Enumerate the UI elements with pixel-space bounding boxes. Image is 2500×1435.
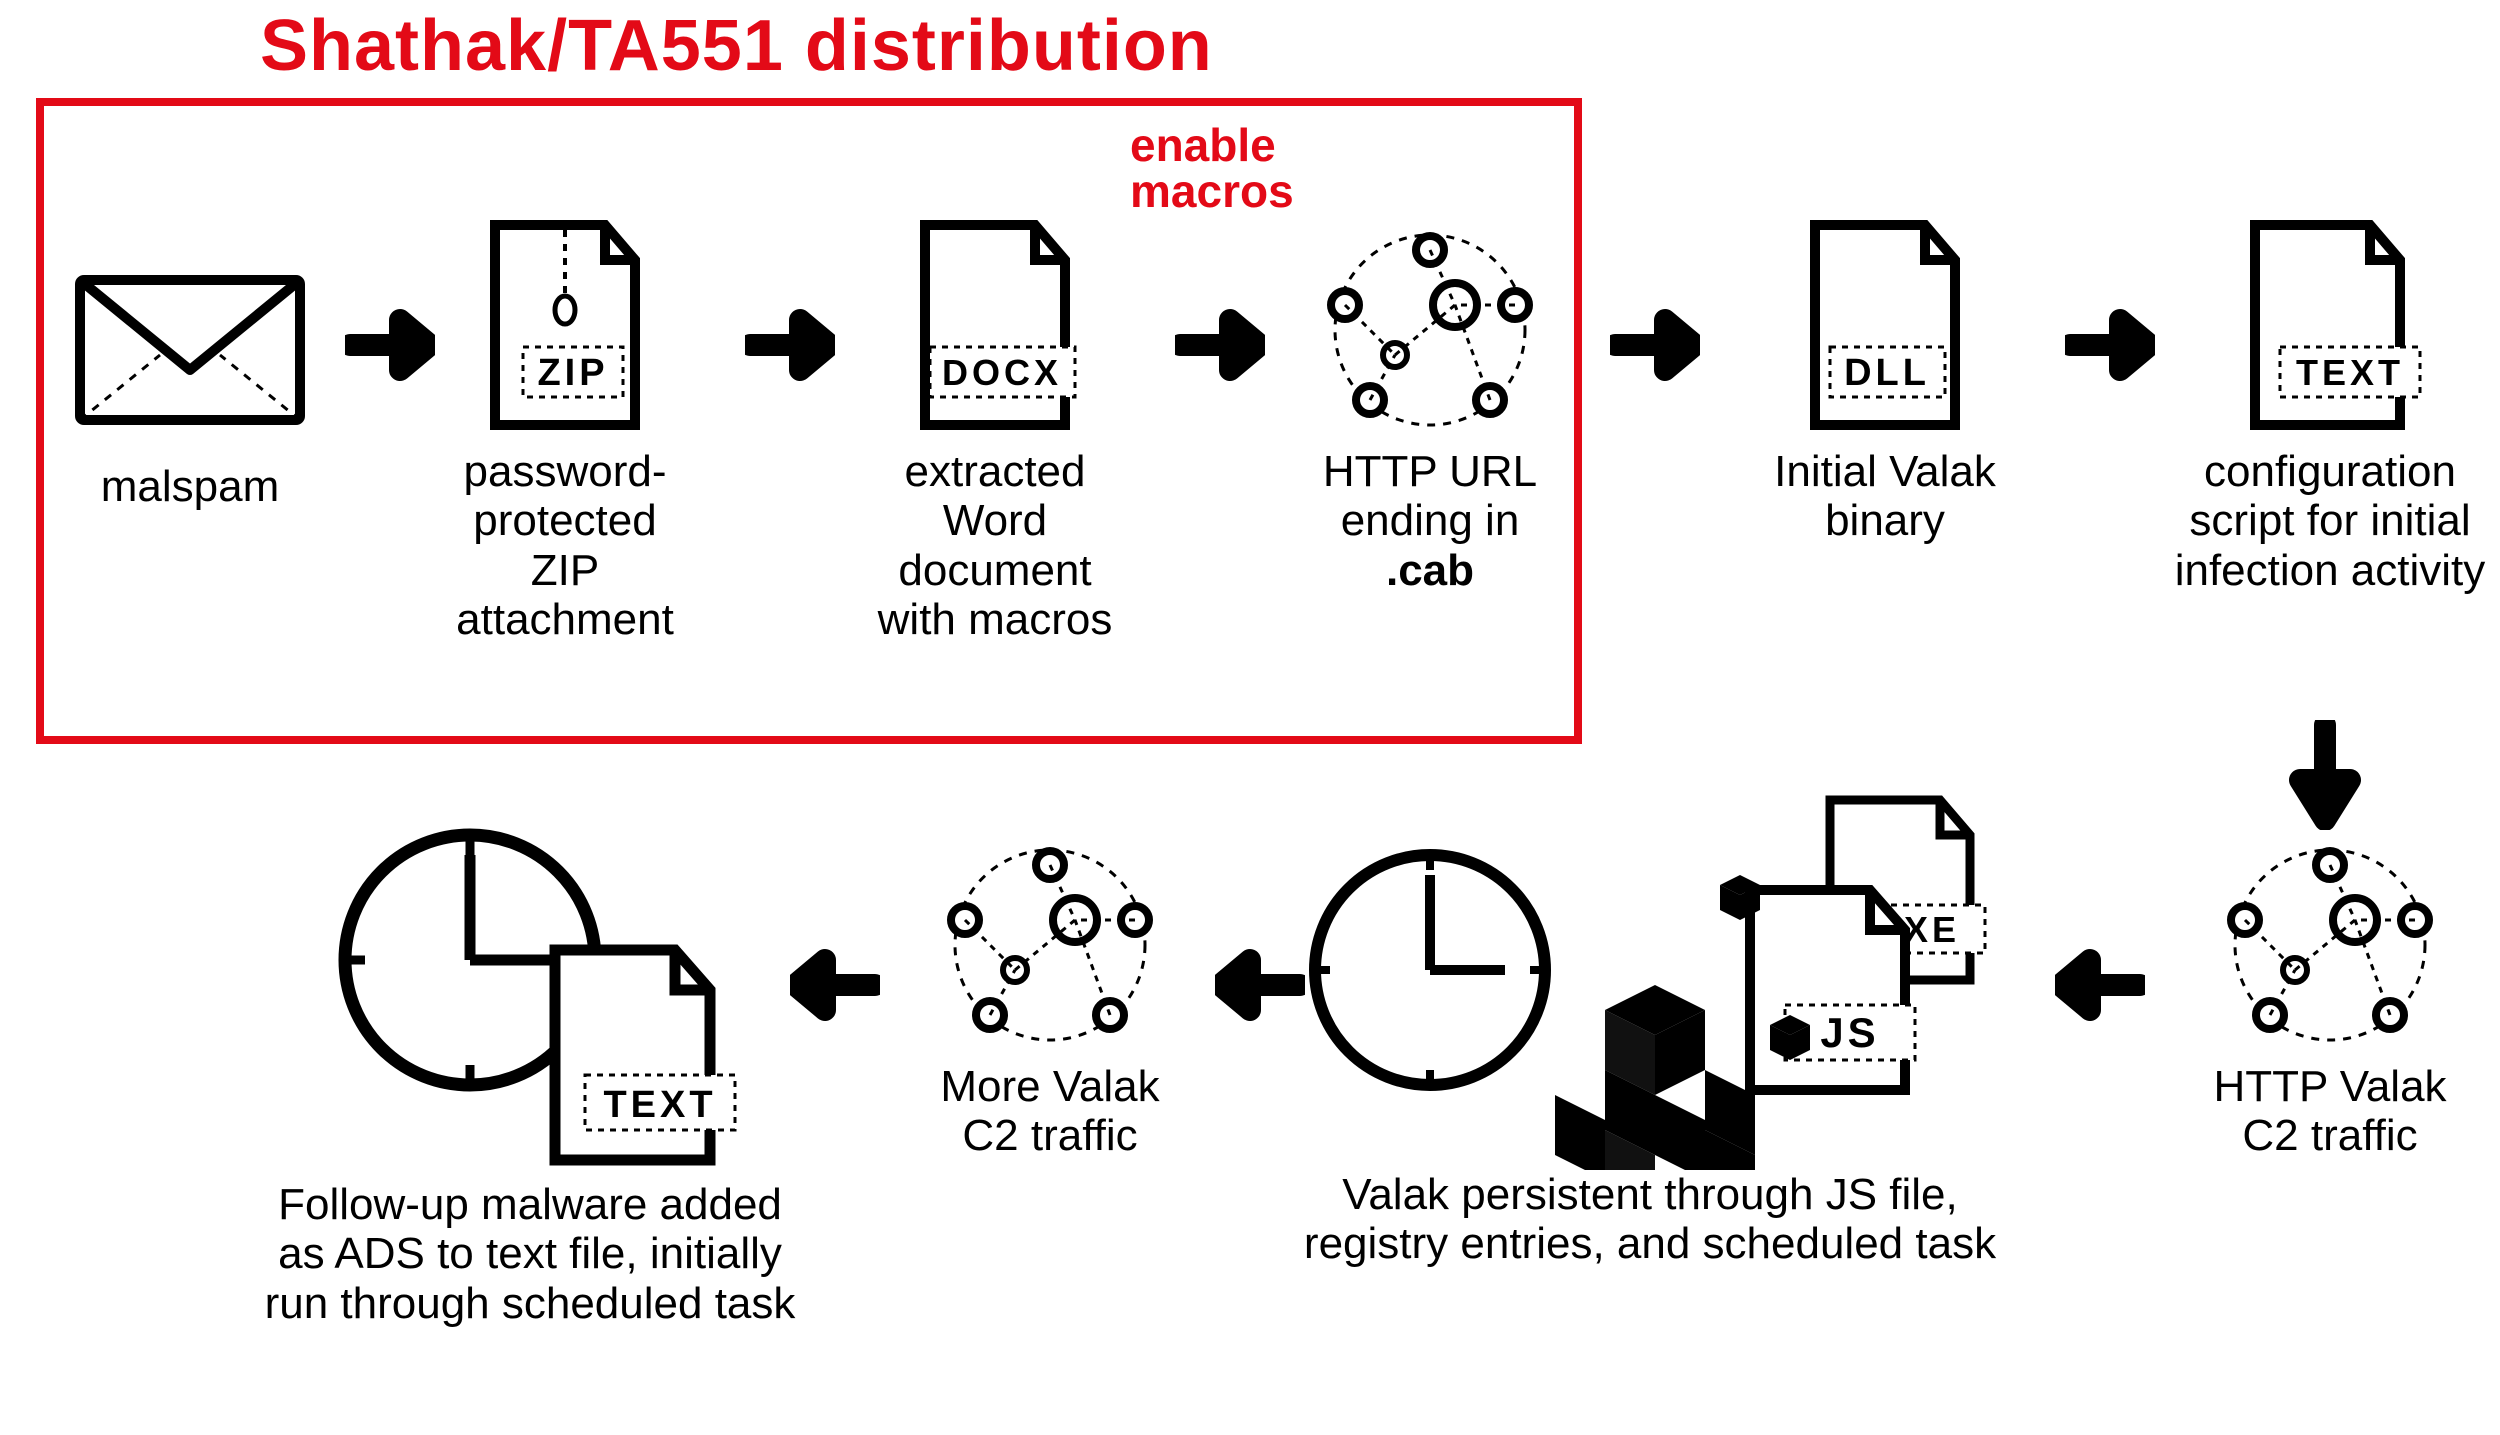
c2-2-label: More Valak C2 traffic (900, 1062, 1200, 1161)
svg-text:JS: JS (1820, 1009, 1879, 1056)
node-dll: DLL Initial Valak binary (1740, 215, 2030, 546)
enable-macros-line2: macros (1130, 168, 1294, 214)
persist-icon: EXE JS (1280, 770, 2020, 1170)
persist-label: Valak persistent through JS file, regist… (1280, 1170, 2020, 1269)
dll-label: Initial Valak binary (1740, 447, 2030, 546)
followup-icon: TEXT (300, 800, 760, 1180)
arrow-5 (2065, 300, 2155, 390)
node-persist: EXE JS Valak persistent through JS file (1280, 770, 2020, 1269)
file-docx-icon: DOCX (895, 215, 1095, 435)
arrow-8 (790, 940, 880, 1030)
file-zip-icon: ZIP (475, 215, 655, 435)
svg-text:TEXT: TEXT (603, 1084, 716, 1126)
file-text-icon: TEXT (2225, 215, 2435, 435)
node-c2-1: HTTP Valak C2 traffic (2170, 840, 2490, 1161)
node-malspam: malspam (60, 250, 320, 511)
enable-macros-label: enable macros (1130, 122, 1294, 214)
followup-label: Follow-up malware added as ADS to text f… (250, 1180, 810, 1328)
envelope-icon (60, 250, 320, 450)
arrow-7 (1215, 940, 1305, 1030)
cab-label: HTTP URL ending in .cab (1300, 447, 1560, 595)
file-dll-icon: DLL (1785, 215, 1985, 435)
docx-label: extracted Word document with macros (850, 447, 1140, 644)
text1-tag: TEXT (2296, 352, 2404, 393)
node-c2-2: More Valak C2 traffic (900, 840, 1200, 1161)
arrow-6 (2055, 940, 2145, 1030)
network-icon (1320, 225, 1540, 435)
zip-tag: ZIP (537, 352, 608, 394)
docx-tag: DOCX (942, 352, 1062, 393)
network-icon-3 (940, 840, 1160, 1050)
arrow-down (2280, 720, 2370, 830)
enable-macros-line1: enable (1130, 122, 1294, 168)
cab-label-pre: HTTP URL ending in (1323, 447, 1537, 545)
c2-1-label: HTTP Valak C2 traffic (2170, 1062, 2490, 1161)
node-followup: TEXT Follow-up malware added as ADS to t… (250, 800, 810, 1328)
arrow-1 (345, 300, 435, 390)
node-docx: DOCX extracted Word document with macros (850, 215, 1140, 644)
dll-tag: DLL (1844, 352, 1930, 394)
node-text-config: TEXT configuration script for initial in… (2170, 215, 2490, 595)
network-icon-2 (2220, 840, 2440, 1050)
arrow-4 (1610, 300, 1700, 390)
node-zip: ZIP password- protected ZIP attachment (435, 215, 695, 644)
diagram-title: Shathak/TA551 distribution (260, 5, 1213, 87)
arrow-2 (745, 300, 835, 390)
cab-label-bold: .cab (1386, 546, 1474, 595)
malspam-label: malspam (60, 462, 320, 511)
text1-label: configuration script for initial infecti… (2170, 447, 2490, 595)
node-cab: HTTP URL ending in .cab (1300, 225, 1560, 595)
arrow-3 (1175, 300, 1265, 390)
zip-label: password- protected ZIP attachment (435, 447, 695, 644)
diagram-canvas: Shathak/TA551 distribution enable macros… (0, 0, 2500, 1435)
